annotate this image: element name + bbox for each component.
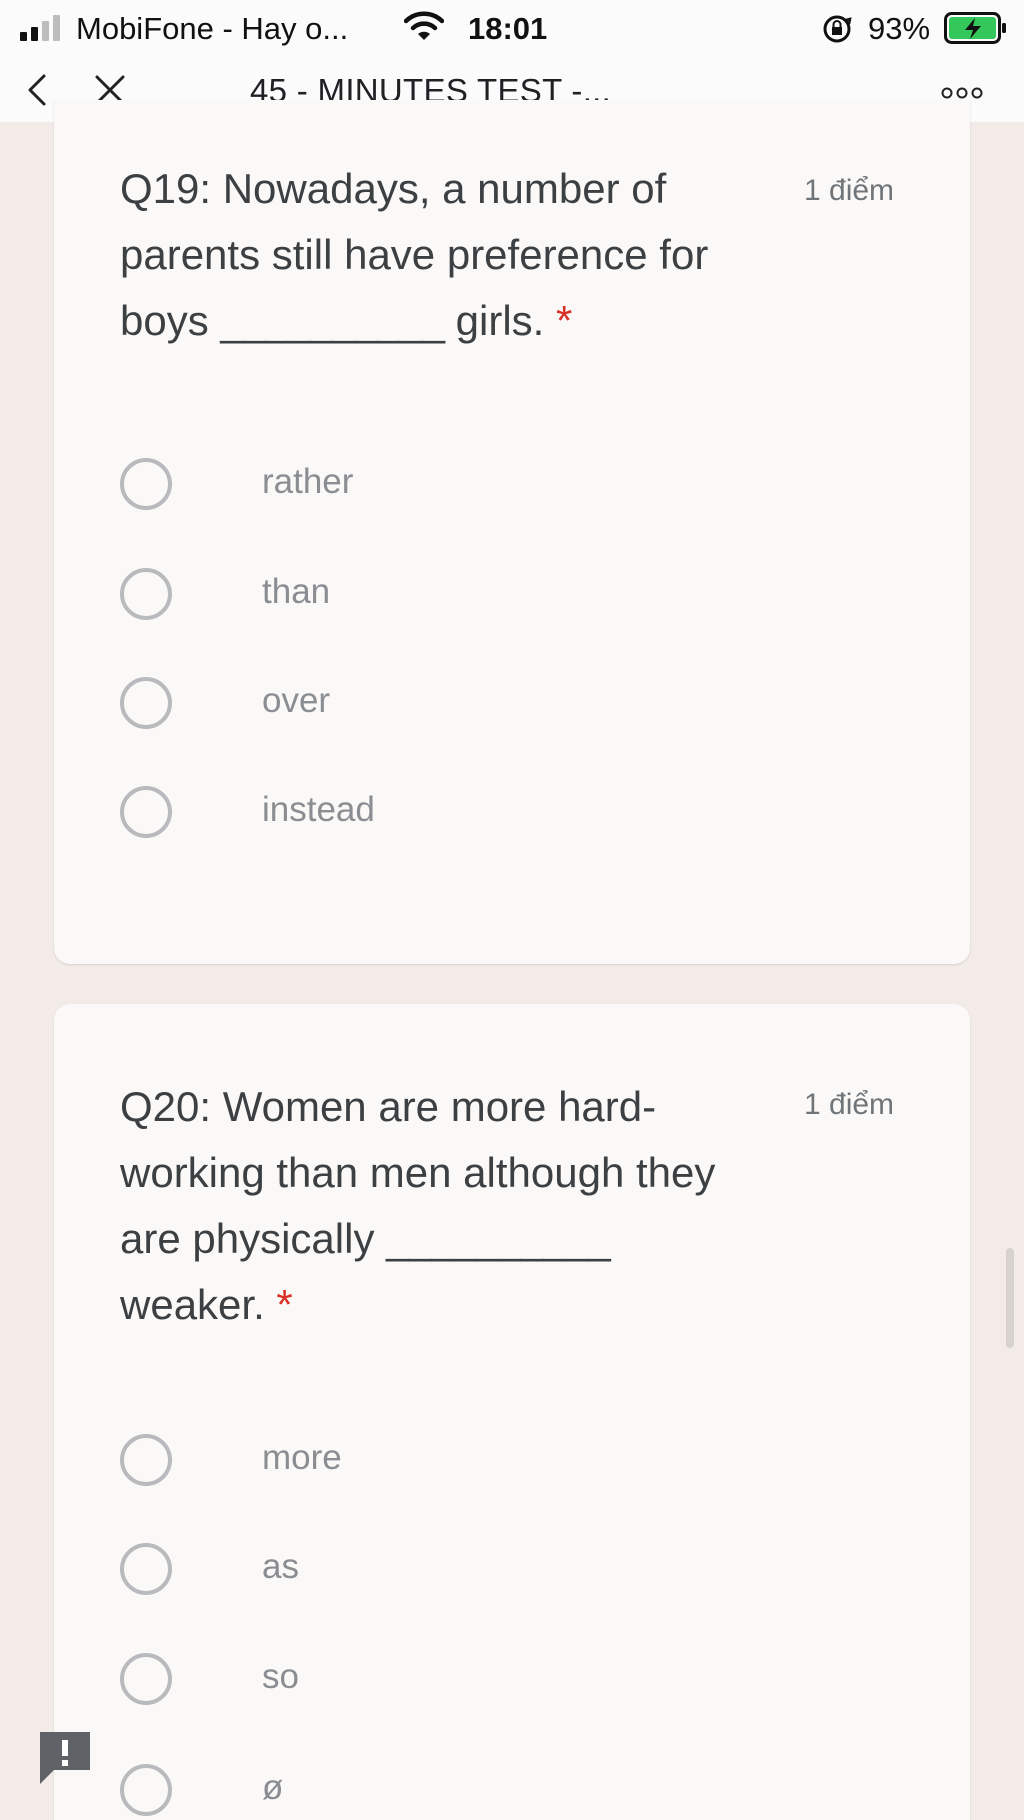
rotation-lock-icon <box>820 12 854 54</box>
option-label: ø <box>262 1768 284 1807</box>
option-as[interactable]: as <box>120 1539 620 1599</box>
radio-button[interactable] <box>120 1434 172 1486</box>
option-over[interactable]: over <box>120 673 620 733</box>
radio-button[interactable] <box>120 677 172 729</box>
option-so[interactable]: so <box>120 1649 620 1709</box>
report-feedback-icon[interactable] <box>36 1728 94 1791</box>
radio-button[interactable] <box>120 786 172 838</box>
option-label: as <box>262 1547 299 1586</box>
radio-button[interactable] <box>120 568 172 620</box>
radio-button[interactable] <box>120 1653 172 1705</box>
carrier-name: MobiFone - Hay o... <box>76 11 349 46</box>
status-bar: MobiFone - Hay o... 18:01 93% <box>0 0 1024 58</box>
option-rather[interactable]: rather <box>120 454 620 514</box>
option-label: more <box>262 1438 342 1477</box>
points-label: 1 điểm <box>804 1088 895 1121</box>
clock-time: 18:01 <box>468 11 548 46</box>
required-asterisk: * <box>556 297 573 344</box>
question-card-q19: Q19: Nowadays, a number of parents still… <box>54 100 970 964</box>
battery-percent: 93% <box>868 11 931 46</box>
option-instead[interactable]: instead <box>120 782 620 842</box>
question-text: Q19: Nowadays, a number of parents still… <box>120 165 709 344</box>
option-zero-article[interactable]: ø <box>120 1760 620 1820</box>
option-more[interactable]: more <box>120 1430 620 1490</box>
wifi-icon <box>403 10 445 50</box>
question-card-q20: Q20: Women are more hard-working than me… <box>54 1004 970 1820</box>
option-label: so <box>262 1657 299 1696</box>
question-text: Q20: Women are more hard-working than me… <box>120 1083 716 1328</box>
required-asterisk: * <box>276 1281 293 1328</box>
option-label: instead <box>262 790 375 829</box>
radio-button[interactable] <box>120 1764 172 1816</box>
back-icon[interactable] <box>24 72 54 113</box>
option-label: over <box>262 681 331 720</box>
option-than[interactable]: than <box>120 564 620 624</box>
option-label: than <box>262 572 331 611</box>
option-label: rather <box>262 462 354 501</box>
points-label: 1 điểm <box>804 174 895 207</box>
battery-charging-icon <box>944 12 1008 52</box>
scrollbar-thumb[interactable] <box>1006 1248 1014 1348</box>
radio-button[interactable] <box>120 1543 172 1595</box>
radio-button[interactable] <box>120 458 172 510</box>
